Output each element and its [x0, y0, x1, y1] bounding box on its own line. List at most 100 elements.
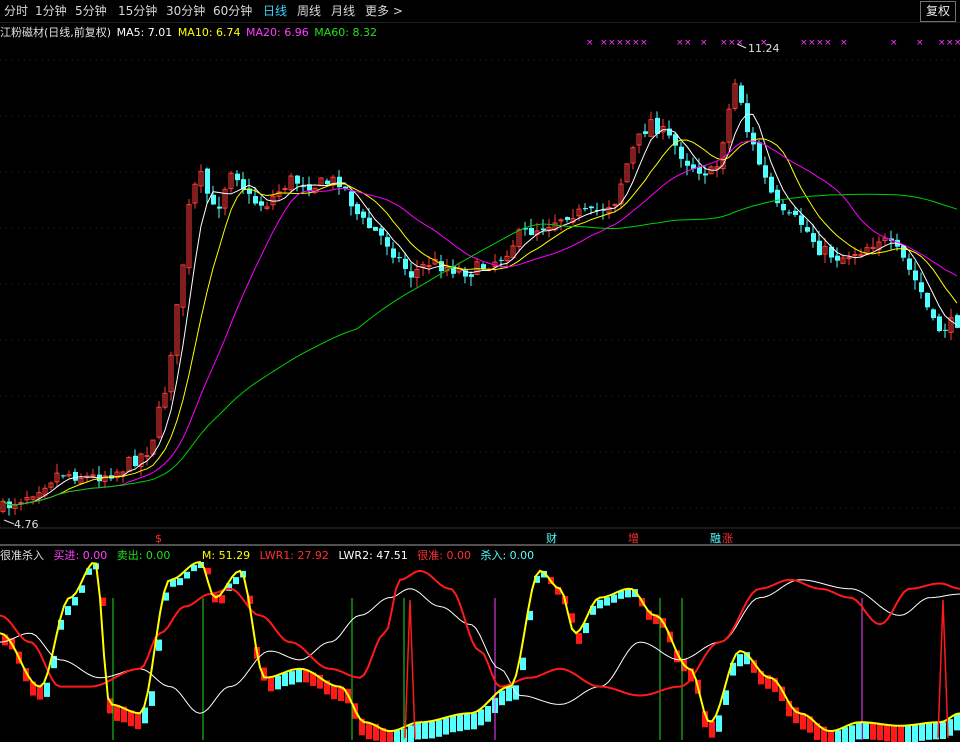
indicator-bar: [863, 722, 869, 740]
candle-body: [133, 455, 138, 466]
indicator-bar: [562, 596, 568, 605]
indicator-bar: [268, 677, 274, 692]
signal-x-marker: ×: [720, 38, 728, 48]
indicator-bar: [352, 703, 358, 719]
indicator-bar: [597, 599, 603, 609]
candle-body: [307, 184, 312, 191]
candle-body: [763, 165, 768, 178]
candle-body: [97, 474, 102, 482]
candle-body: [864, 247, 870, 256]
candle-body: [228, 172, 234, 190]
tab-8[interactable]: 月线: [331, 2, 355, 19]
candle-body: [486, 268, 492, 271]
candle-body: [499, 259, 504, 261]
indicator-bar: [926, 722, 932, 740]
candle-body: [732, 83, 738, 109]
tab-2[interactable]: 5分钟: [75, 2, 107, 19]
indicator-bar: [947, 719, 953, 736]
indicator-bar: [296, 669, 302, 683]
candle-body: [276, 191, 282, 197]
candle-body: [817, 240, 822, 256]
indicator-bar: [464, 713, 470, 730]
indicator-bar: [401, 728, 407, 742]
candle-body: [558, 219, 564, 222]
stock-chart[interactable]: 11.244.76× × × × × × × × × × × × × × × × × × × × × × × ×$ 财增融涨: [0, 0, 960, 742]
signal-x-marker: ×: [608, 38, 616, 48]
indicator-bar: [212, 594, 218, 603]
candle-body: [42, 487, 48, 496]
indicator-bar: [681, 658, 687, 672]
indicator-bar: [86, 568, 92, 575]
candle-body: [325, 180, 330, 185]
signal-x-marker: ×: [676, 38, 684, 48]
candle-body: [7, 501, 12, 509]
candle-body: [907, 258, 912, 270]
candle-body: [601, 209, 606, 211]
candle-body: [739, 85, 744, 103]
candle-body: [822, 245, 828, 255]
candle-body: [337, 176, 342, 188]
candle-body: [552, 222, 558, 231]
signal-x-marker: ×: [816, 38, 824, 48]
candle-body: [426, 265, 432, 268]
candle-body: [529, 227, 534, 235]
indicator-bar: [443, 718, 449, 735]
candle-body: [282, 188, 288, 191]
indicator-bar: [359, 718, 365, 736]
tab-1[interactable]: 1分钟: [35, 2, 67, 19]
indicator-bar: [121, 706, 127, 723]
indicator-bar: [16, 651, 22, 664]
indicator-bar: [394, 730, 400, 742]
indicator-bar: [275, 675, 281, 690]
candle-body: [301, 186, 306, 188]
indicator-bar: [499, 690, 505, 706]
candle-body: [673, 134, 678, 146]
tab-9[interactable]: 更多 >: [365, 2, 403, 19]
candlesticks: [0, 78, 960, 516]
indicator-legend: 很准杀入 买进: 0.00 卖出: 0.00 M: 51.29 LWR1: 27…: [0, 547, 540, 563]
candle-body: [618, 183, 624, 205]
indicator-bar: [247, 595, 253, 604]
indicator-bar: [660, 618, 666, 628]
tab-7[interactable]: 周线: [297, 2, 321, 19]
indicator-bar: [905, 725, 911, 742]
candle-body: [636, 133, 642, 146]
tab-4[interactable]: 30分钟: [166, 2, 205, 19]
indicator-bar: [821, 726, 827, 742]
tab-0[interactable]: 分时: [4, 2, 28, 19]
indicator-bar: [786, 701, 792, 717]
tab-5[interactable]: 60分钟: [213, 2, 252, 19]
candle-body: [78, 478, 84, 484]
indicator-bar: [611, 594, 617, 603]
indicator-bar: [79, 585, 85, 593]
tab-3[interactable]: 15分钟: [118, 2, 157, 19]
signal-x-marker: ×: [840, 38, 848, 48]
fq-button[interactable]: 复权: [920, 1, 956, 22]
lwr2-line: [0, 579, 960, 714]
indicator-bar: [226, 583, 232, 591]
candle-body: [523, 228, 528, 230]
indicator-bar: [163, 592, 169, 601]
candle-body: [703, 173, 708, 176]
indicator-bar: [716, 715, 722, 732]
indicator-bar: [737, 654, 743, 667]
candle-body: [757, 142, 762, 165]
candle-body: [745, 103, 750, 133]
ma10-label: MA10: 6.74: [177, 26, 241, 39]
candle-body: [114, 471, 120, 479]
indicator-bar: [912, 725, 918, 742]
candle-body: [109, 475, 114, 479]
spike-line: [404, 599, 416, 739]
candle-body: [126, 456, 132, 472]
candle-body: [312, 187, 318, 194]
indicator-bar: [814, 723, 820, 740]
high-price-label: 11.24: [748, 42, 780, 55]
candle-body: [829, 246, 834, 258]
candle-body: [18, 502, 24, 505]
tab-6[interactable]: 日线: [263, 2, 287, 19]
indicator-bar: [44, 682, 50, 697]
ma-lines: [2, 113, 958, 506]
candle-body: [397, 257, 402, 259]
candle-body: [504, 255, 510, 262]
candle-body: [73, 471, 78, 481]
